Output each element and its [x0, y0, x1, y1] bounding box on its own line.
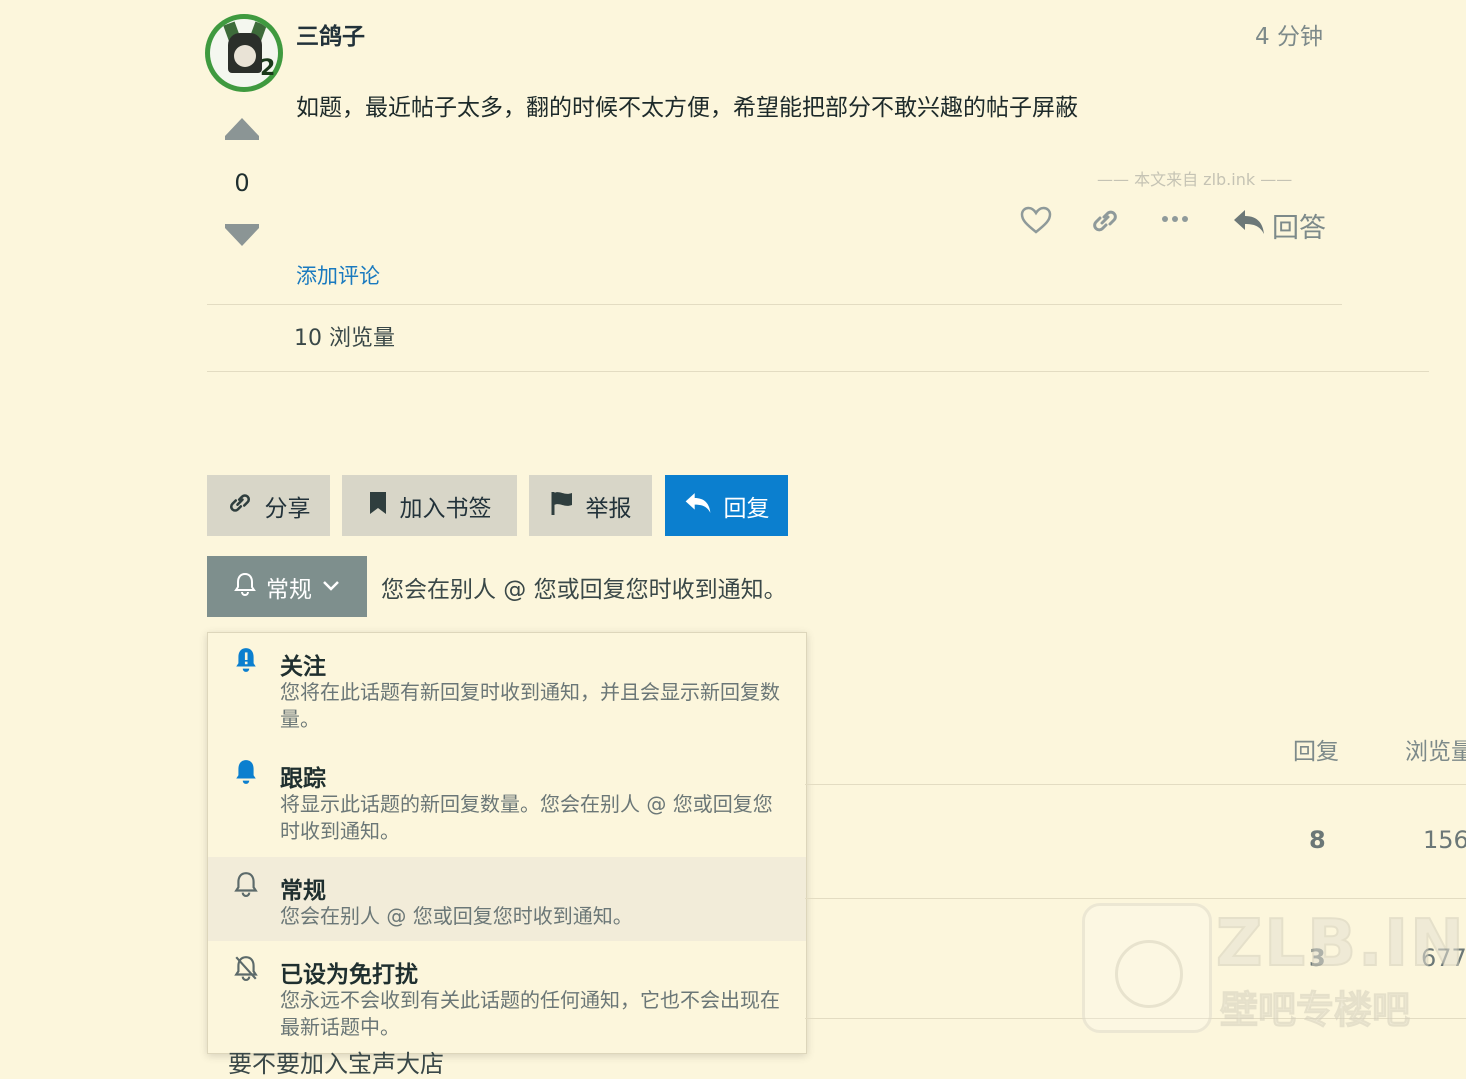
reply-icon — [684, 491, 712, 521]
ellipsis-icon[interactable] — [1160, 206, 1190, 239]
site-watermark: ZLB.INK 壁吧专楼吧 — [1082, 903, 1466, 1033]
bookmark-button[interactable]: 加入书签 — [342, 475, 517, 536]
flag-button[interactable]: 举报 — [529, 475, 652, 536]
bookmark-icon — [368, 490, 388, 522]
reply-button[interactable]: 回复 — [665, 475, 788, 536]
bookmark-label: 加入书签 — [399, 495, 492, 522]
divider — [207, 371, 1429, 372]
bell-slash-icon — [234, 955, 258, 987]
flag-label: 举报 — [585, 495, 632, 522]
watermark-mascot — [1082, 903, 1212, 1033]
watermark-subtext: 壁吧专楼吧 — [1219, 988, 1411, 1033]
source-watermark-line: —— 本文来自 zlb.ink —— — [1097, 170, 1293, 189]
notification-level-label: 常规 — [266, 576, 312, 603]
avatar-badge: 2 — [260, 56, 276, 81]
reply-icon — [1232, 208, 1266, 244]
post-body: 如题，最近帖子太多，翻的时候不太方便，希望能把部分不敢兴趣的帖子屏蔽 — [296, 95, 1078, 121]
flag-icon — [550, 490, 574, 522]
column-header-replies[interactable]: 回复 — [1293, 732, 1339, 766]
post-reply-button[interactable]: 回答 — [1232, 206, 1326, 245]
add-comment-link[interactable]: 添加评论 — [296, 260, 380, 290]
downvote-icon[interactable] — [225, 224, 259, 246]
option-description: 您将在此话题有新回复时收到通知，并且会显示新回复数量。 — [280, 680, 780, 731]
bell-outline-icon — [234, 871, 258, 903]
notification-option-muted[interactable]: 已设为免打扰 您永远不会收到有关此话题的任何通知，它也不会出现在最新话题中。 — [208, 941, 806, 1053]
share-label: 分享 — [264, 495, 311, 522]
bell-exclamation-icon — [234, 647, 258, 679]
heart-icon[interactable] — [1020, 206, 1052, 241]
bell-icon — [234, 572, 256, 602]
vote-count: 0 — [234, 169, 250, 197]
link-icon — [227, 492, 253, 520]
notification-level-description: 您会在别人 @ 您或回复您时收到通知。 — [381, 577, 787, 603]
post-reply-label: 回答 — [1272, 213, 1326, 244]
option-title: 已设为免打扰 — [280, 962, 418, 988]
divider — [805, 784, 1466, 785]
link-icon[interactable] — [1090, 208, 1120, 241]
option-title: 常规 — [280, 878, 326, 904]
option-description: 您永远不会收到有关此话题的任何通知，它也不会出现在最新话题中。 — [280, 988, 780, 1039]
bell-icon — [234, 759, 258, 791]
option-description: 您会在别人 @ 您或回复您时收到通知。 — [280, 904, 633, 928]
option-title: 关注 — [280, 654, 326, 680]
reply-label: 回复 — [723, 495, 770, 522]
notification-level-button[interactable]: 常规 — [207, 556, 367, 617]
notification-option-tracking[interactable]: 跟踪 将显示此话题的新回复数量。您会在别人 @ 您或回复您时收到通知。 — [208, 745, 806, 857]
divider — [207, 304, 1342, 305]
option-description: 将显示此话题的新回复数量。您会在别人 @ 您或回复您时收到通知。 — [280, 792, 773, 843]
divider — [805, 898, 1466, 899]
post-time[interactable]: 4 分钟 — [1255, 17, 1323, 51]
watermark-text: ZLB.INK — [1215, 906, 1466, 982]
views-count: 10 浏览量 — [294, 326, 395, 351]
topic-views-count: 156 — [1423, 826, 1466, 854]
chevron-down-icon — [322, 576, 340, 597]
notification-option-watching[interactable]: 关注 您将在此话题有新回复时收到通知，并且会显示新回复数量。 — [208, 633, 806, 745]
column-header-views[interactable]: 浏览量 — [1405, 732, 1466, 766]
topic-title[interactable]: 要不要加入宝声大店 — [228, 1044, 444, 1079]
option-title: 跟踪 — [280, 766, 326, 792]
notification-dropdown: 关注 您将在此话题有新回复时收到通知，并且会显示新回复数量。 跟踪 将显示此话题… — [207, 632, 807, 1054]
post-username[interactable]: 三鸽子 — [296, 17, 365, 51]
topic-replies-count: 8 — [1309, 826, 1326, 854]
upvote-icon[interactable] — [225, 118, 259, 140]
avatar[interactable]: 2 — [205, 14, 283, 92]
notification-option-regular[interactable]: 常规 您会在别人 @ 您或回复您时收到通知。 — [208, 857, 806, 941]
share-button[interactable]: 分享 — [207, 475, 330, 536]
